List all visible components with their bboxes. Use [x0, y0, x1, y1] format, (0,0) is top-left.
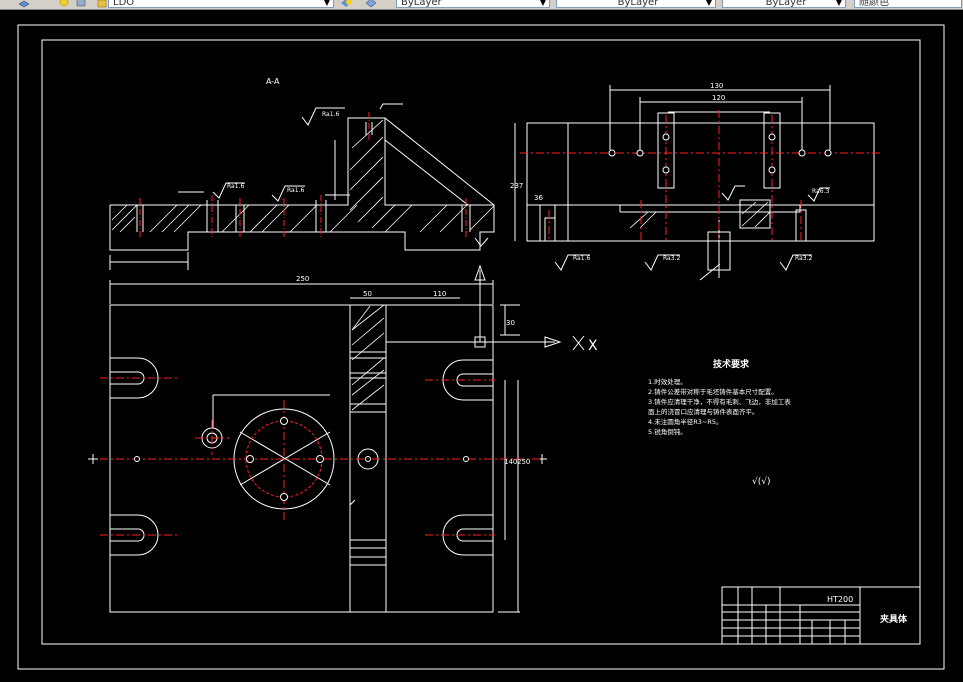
match-layer-icon[interactable] [340, 0, 352, 8]
plotstyle-value: 随颜色 [859, 0, 889, 8]
tech-line: 2.铸件公差带对称于毛坯铸件基本尺寸配置。 [648, 387, 778, 396]
side-view [514, 85, 875, 281]
drawing-svg: A-A 250 50 110 30 140 250 130 120 237 36… [17, 24, 945, 670]
dim-overall-width: 250 [296, 275, 309, 283]
part-name-label: 夹具体 [880, 613, 908, 625]
roughness-label: Ra1.6 [227, 183, 244, 190]
chevron-down-icon: ▼ [705, 0, 713, 7]
front-view [88, 264, 585, 613]
sun-icon[interactable] [58, 0, 70, 8]
chevron-down-icon: ▼ [323, 0, 331, 7]
layer-state-icon[interactable] [75, 0, 87, 8]
tech-line: 1.时效处理。 [648, 377, 687, 386]
dim-right-b: 140 [504, 458, 517, 466]
roughness-label: Ra6.3 [812, 188, 829, 195]
chevron-down-icon: ▼ [539, 0, 547, 7]
layer-manager-icon[interactable] [18, 0, 30, 8]
color-combo[interactable]: ByLayer ▼ [396, 0, 550, 8]
roughness-label: Ra3.2 [795, 255, 812, 262]
roughness-note: √(√) [752, 476, 771, 487]
dim-top-b: 110 [433, 290, 446, 298]
color-value: ByLayer [401, 0, 442, 8]
lineweight-value: ByLayer [765, 0, 807, 8]
drawing-canvas[interactable]: A-A 250 50 110 30 140 250 130 120 237 36… [0, 10, 963, 678]
chevron-down-icon: ▼ [835, 0, 843, 7]
section-label: A-A [266, 77, 280, 86]
roughness-label: Ra1.6 [287, 187, 304, 194]
dim-top-a: 50 [363, 290, 372, 298]
lineweight-combo[interactable]: ByLayer ▼ [722, 0, 846, 8]
linetype-value: ByLayer [617, 0, 659, 8]
tech-line: 面上的浇冒口应清理与铸件表面齐平。 [648, 407, 759, 416]
axis-x-label: X [588, 338, 598, 354]
dim-section-h2: 36 [534, 194, 543, 202]
tech-line: 5.锐角倒钝。 [648, 427, 687, 436]
dim-section-w1: 130 [710, 82, 723, 90]
layer-value: LDO [113, 0, 135, 8]
tech-requirements-title: 技术要求 [713, 358, 750, 370]
layer-combo[interactable]: LDO ▼ [108, 0, 334, 8]
dim-section-h: 237 [510, 182, 523, 190]
dim-right-a: 30 [506, 319, 515, 327]
tech-line: 3.铸件应清理干净，不得有毛刺、飞边，非加工表 [648, 397, 791, 406]
roughness-label: Ra1.6 [322, 111, 339, 118]
layers-toolbar: LDO ▼ ByLayer ▼ ByLayer ▼ ByLayer ▼ 随颜色 [0, 0, 963, 10]
layer-previous-icon[interactable] [365, 0, 377, 8]
lock-icon[interactable] [96, 0, 108, 8]
roughness-label: Ra3.2 [663, 255, 680, 262]
tech-line: 4.未注圆角半径R3~R5。 [648, 417, 722, 426]
roughness-label: Ra1.6 [573, 255, 590, 262]
dim-section-w2: 120 [712, 94, 725, 102]
dim-right-c: 250 [517, 458, 530, 466]
linetype-combo[interactable]: ByLayer ▼ [556, 0, 716, 8]
plotstyle-combo[interactable]: 随颜色 [854, 0, 962, 8]
material-label: HT200 [827, 595, 853, 604]
